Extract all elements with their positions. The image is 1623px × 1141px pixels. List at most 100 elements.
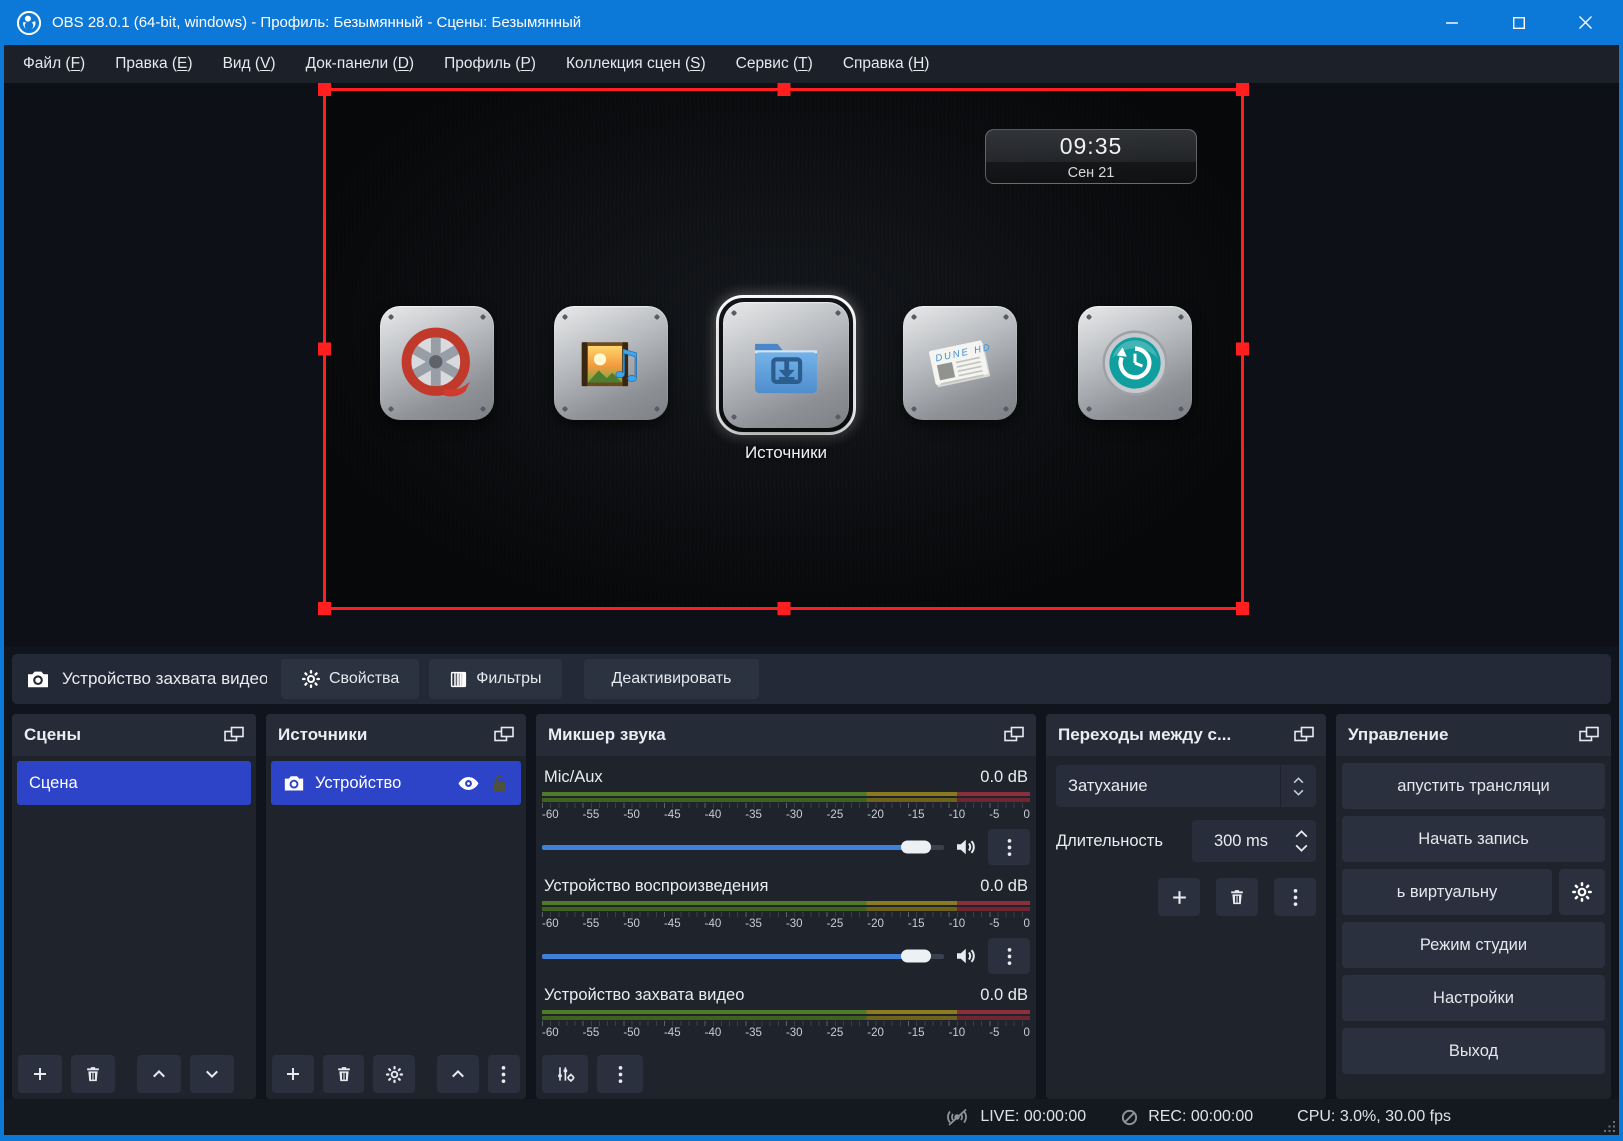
minimize-button[interactable]: [1418, 0, 1485, 45]
source-up-button[interactable]: [437, 1055, 479, 1093]
channel-volume-db: 0.0 dB: [980, 877, 1028, 896]
window-controls: [1418, 0, 1619, 45]
db-tick-label: -15: [908, 809, 925, 821]
resize-handle-bottom-center[interactable]: [777, 602, 790, 615]
popout-icon[interactable]: [224, 726, 244, 744]
studio-mode-button[interactable]: Режим студии: [1342, 922, 1605, 968]
menu-docks[interactable]: Док-панели (D): [291, 55, 429, 73]
gear-icon: [1571, 881, 1593, 903]
popout-icon[interactable]: [1294, 726, 1314, 744]
start-virtual-camera-button[interactable]: ь виртуальну: [1342, 869, 1552, 915]
volume-slider[interactable]: [542, 954, 944, 959]
scenes-toolbar: [12, 1049, 256, 1099]
menu-edit[interactable]: Правка (E): [100, 55, 207, 73]
resize-handle-bottom-left[interactable]: [318, 602, 331, 615]
video-capture-preview[interactable]: 09:35 Сен 21: [323, 88, 1244, 610]
filters-button[interactable]: Фильтры: [429, 659, 561, 699]
sources-menu-button[interactable]: [488, 1055, 520, 1093]
spin-up-icon[interactable]: [1295, 830, 1308, 838]
popout-icon[interactable]: [1579, 726, 1599, 744]
scenes-list: Сцена: [12, 756, 256, 1049]
resize-handle-top-center[interactable]: [777, 83, 790, 96]
add-transition-button[interactable]: [1158, 878, 1200, 916]
filters-icon: [449, 670, 468, 689]
db-tick-label: -15: [908, 918, 925, 930]
db-tick-label: -55: [583, 918, 600, 930]
lock-icon[interactable]: [490, 773, 509, 794]
db-tick-label: -25: [827, 1027, 844, 1039]
db-tick-label: -60: [542, 918, 559, 930]
add-source-button[interactable]: [272, 1055, 314, 1093]
controls-body: апустить трансляци Начать запись ь вирту…: [1336, 756, 1611, 1099]
resize-handle-bottom-right[interactable]: [1236, 602, 1249, 615]
scene-list-item[interactable]: Сцена: [17, 761, 251, 805]
source-list-item[interactable]: Устройство: [271, 761, 521, 805]
speaker-icon[interactable]: [954, 944, 978, 968]
menu-view[interactable]: Вид (V): [208, 55, 291, 73]
start-recording-button[interactable]: Начать запись: [1342, 816, 1605, 862]
transition-menu-button[interactable]: [1274, 878, 1316, 916]
deactivate-button[interactable]: Деактивировать: [584, 659, 760, 699]
transitions-toolbar: [1056, 878, 1316, 916]
volume-slider[interactable]: [542, 845, 944, 850]
remove-transition-button[interactable]: [1216, 878, 1258, 916]
dock-panels: Сцены Сцена: [12, 714, 1611, 1099]
menu-help[interactable]: Справка (H): [828, 55, 945, 73]
start-streaming-button[interactable]: апустить трансляци: [1342, 763, 1605, 809]
slider-knob[interactable]: [901, 841, 931, 854]
add-scene-button[interactable]: [18, 1055, 62, 1093]
channel-menu-button[interactable]: [988, 829, 1030, 865]
meter-ticks: [542, 803, 1030, 808]
scene-down-button[interactable]: [190, 1055, 234, 1093]
popout-icon[interactable]: [1004, 726, 1024, 744]
resize-handle-middle-right[interactable]: [1236, 343, 1249, 356]
db-tick-label: -40: [705, 809, 722, 821]
obs-logo-icon: [16, 10, 42, 36]
menu-tools[interactable]: Сервис (T): [721, 55, 828, 73]
mixer-menu-button[interactable]: [597, 1055, 643, 1093]
stream-inactive-icon: [943, 1107, 971, 1128]
db-tick-label: -20: [867, 1027, 884, 1039]
spin-down-icon[interactable]: [1295, 844, 1308, 852]
sources-tile-label: Источники: [745, 443, 827, 463]
clock-widget: 09:35 Сен 21: [985, 129, 1197, 184]
advanced-audio-button[interactable]: [542, 1055, 588, 1093]
settings-button[interactable]: Настройки: [1342, 975, 1605, 1021]
resize-handle-middle-left[interactable]: [318, 343, 331, 356]
db-tick-label: -40: [705, 918, 722, 930]
chevron-down-icon: [1293, 789, 1304, 796]
gear-icon: [301, 669, 321, 689]
properties-button[interactable]: Свойства: [281, 659, 419, 699]
dropdown-spinner[interactable]: [1280, 765, 1316, 807]
resize-handle-top-left[interactable]: [318, 83, 331, 96]
db-scale: -60-55-50-45-40-35-30-25-20-15-10-50: [542, 809, 1030, 821]
resize-handle-top-right[interactable]: [1236, 83, 1249, 96]
scene-up-button[interactable]: [137, 1055, 181, 1093]
slider-knob[interactable]: [901, 950, 931, 963]
sources-folder-tile: [723, 302, 849, 428]
menu-profile[interactable]: Профиль (P): [429, 55, 551, 73]
remove-scene-button[interactable]: [71, 1055, 115, 1093]
virtual-camera-settings-button[interactable]: [1559, 869, 1605, 915]
transition-select[interactable]: Затухание: [1056, 765, 1316, 807]
menu-scene-collection[interactable]: Коллекция сцен (S): [551, 55, 721, 73]
clock-time: 09:35: [986, 130, 1196, 162]
exit-button[interactable]: Выход: [1342, 1028, 1605, 1074]
menu-file[interactable]: Файл (F): [8, 55, 100, 73]
time-machine-icon: [1095, 323, 1175, 403]
maximize-button[interactable]: [1485, 0, 1552, 45]
source-properties-button[interactable]: [373, 1055, 415, 1093]
db-tick-label: -35: [745, 1027, 762, 1039]
resize-grip[interactable]: [1604, 1121, 1616, 1133]
remove-source-button[interactable]: [323, 1055, 365, 1093]
channel-menu-button[interactable]: [988, 938, 1030, 974]
visibility-eye-icon[interactable]: [457, 772, 480, 795]
duration-spinbox[interactable]: 300 ms: [1192, 820, 1316, 862]
popout-icon[interactable]: [494, 726, 514, 744]
obs-window: { "window": { "title": "OBS 28.0.1 (64-b…: [0, 0, 1623, 1141]
sources-header: Источники: [266, 714, 526, 756]
db-tick-label: -45: [664, 809, 681, 821]
close-button[interactable]: [1552, 0, 1619, 45]
scenes-header: Сцены: [12, 714, 256, 756]
speaker-icon[interactable]: [954, 835, 978, 859]
